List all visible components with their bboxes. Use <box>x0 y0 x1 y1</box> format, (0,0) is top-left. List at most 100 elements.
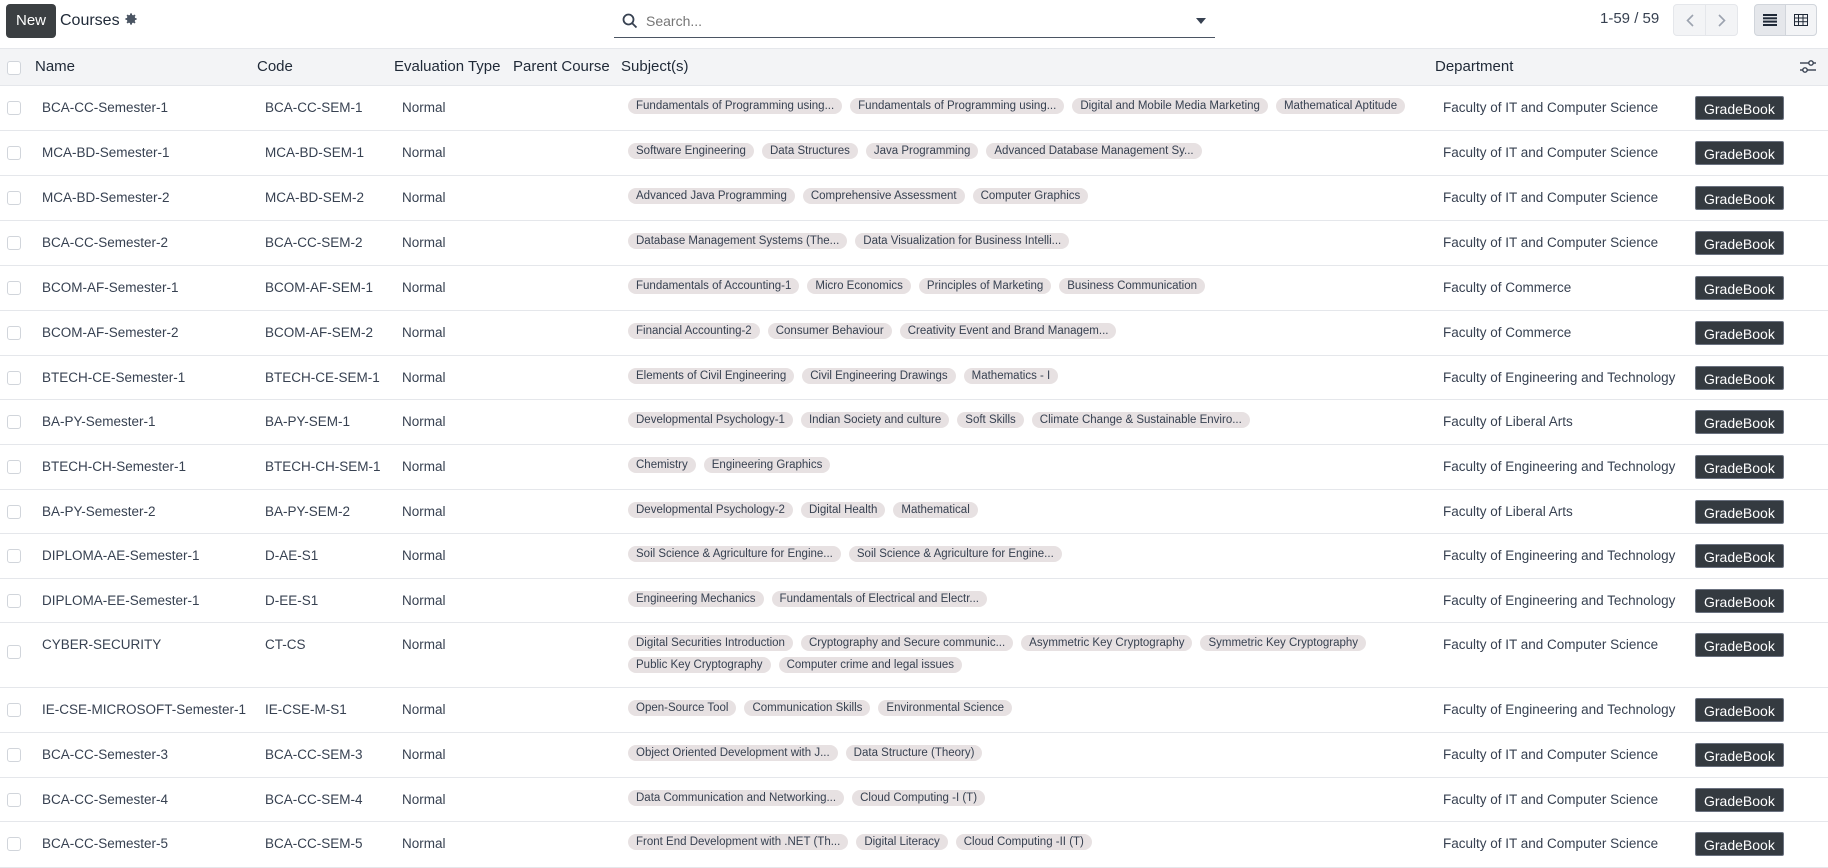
gear-icon[interactable] <box>124 12 138 30</box>
subject-tag[interactable]: Fundamentals of Programming using... <box>628 98 843 114</box>
subject-tag[interactable]: Engineering Graphics <box>703 457 831 473</box>
row-checkbox[interactable] <box>7 101 21 115</box>
table-row[interactable]: MCA-BD-Semester-2 MCA-BD-SEM-2 Normal Facul… <box>0 176 1828 221</box>
subject-tag[interactable]: Digital Health <box>800 502 886 518</box>
subject-tag[interactable]: Computer Graphics <box>972 188 1089 204</box>
row-checkbox[interactable] <box>7 549 21 563</box>
column-options-icon[interactable] <box>1800 60 1816 78</box>
gradebook-button[interactable]: GradeBook <box>1695 832 1784 856</box>
pager-value[interactable]: 1-59 / 59 <box>1600 10 1659 27</box>
subject-tag[interactable]: Front End Development with .NET (Th... <box>628 834 849 850</box>
row-checkbox[interactable] <box>7 703 21 717</box>
row-checkbox[interactable] <box>7 837 21 851</box>
table-row[interactable]: BCA-CC-Semester-1 BCA-CC-SEM-1 Normal Facul… <box>0 86 1828 131</box>
gradebook-button[interactable]: GradeBook <box>1695 231 1784 255</box>
column-name[interactable]: Name <box>35 58 75 75</box>
column-subjects[interactable]: Subject(s) <box>621 58 689 75</box>
gradebook-button[interactable]: GradeBook <box>1695 366 1784 390</box>
subject-tag[interactable]: Open-Source Tool <box>628 700 737 716</box>
subject-tag[interactable]: Database Management Systems (The... <box>628 233 848 249</box>
subject-tag[interactable]: Consumer Behaviour <box>767 323 892 339</box>
gradebook-button[interactable]: GradeBook <box>1695 410 1784 434</box>
row-checkbox[interactable] <box>7 793 21 807</box>
table-row[interactable]: IE-CSE-MICROSOFT-Semester-1 IE-CSE-M-S1 No… <box>0 688 1828 733</box>
gradebook-button[interactable]: GradeBook <box>1695 589 1784 613</box>
gradebook-button[interactable]: GradeBook <box>1695 321 1784 345</box>
row-checkbox[interactable] <box>7 460 21 474</box>
new-button[interactable]: New <box>6 4 57 38</box>
subject-tag[interactable]: Soil Science & Agriculture for Engine... <box>628 546 841 562</box>
subject-tag[interactable]: Fundamentals of Electrical and Electr... <box>771 591 987 607</box>
row-checkbox[interactable] <box>7 748 21 762</box>
table-row[interactable]: BCOM-AF-Semester-2 BCOM-AF-SEM-2 Normal Fac… <box>0 311 1828 356</box>
subject-tag[interactable]: Indian Society and culture <box>800 412 950 428</box>
subject-tag[interactable]: Mathematics - I <box>963 368 1059 384</box>
subject-tag[interactable]: Business Communication <box>1059 278 1206 294</box>
table-row[interactable]: BTECH-CE-Semester-1 BTECH-CE-SEM-1 Normal F… <box>0 356 1828 400</box>
search-input[interactable] <box>646 12 1187 29</box>
subject-tag[interactable]: Engineering Mechanics <box>628 591 764 607</box>
subject-tag[interactable]: Soil Science & Agriculture for Engine... <box>848 546 1062 562</box>
chevron-right-icon[interactable] <box>1705 4 1738 36</box>
subject-tag[interactable]: Fundamentals of Accounting-1 <box>628 278 800 294</box>
subject-tag[interactable]: Cloud Computing -II (T) <box>955 834 1092 850</box>
row-checkbox[interactable] <box>7 146 21 160</box>
row-checkbox[interactable] <box>7 645 21 659</box>
subject-tag[interactable]: Chemistry <box>628 457 696 473</box>
gradebook-button[interactable]: GradeBook <box>1695 743 1784 767</box>
gradebook-button[interactable]: GradeBook <box>1695 141 1784 165</box>
subject-tag[interactable]: Climate Change & Sustainable Enviro... <box>1031 412 1250 428</box>
subject-tag[interactable]: Civil Engineering Drawings <box>802 368 956 384</box>
select-all-checkbox[interactable] <box>7 61 21 75</box>
column-code[interactable]: Code <box>257 58 293 75</box>
gradebook-button[interactable]: GradeBook <box>1695 788 1784 812</box>
table-row[interactable]: MCA-BD-Semester-1 MCA-BD-SEM-1 Normal Facul… <box>0 131 1828 176</box>
list-view-icon[interactable] <box>1754 4 1786 36</box>
search-bar[interactable] <box>614 4 1215 38</box>
subject-tag[interactable]: Mathematical Aptitude <box>1275 98 1406 114</box>
subject-tag[interactable]: Financial Accounting-2 <box>628 323 760 339</box>
subject-tag[interactable]: Cloud Computing -I (T) <box>852 790 986 806</box>
subject-tag[interactable]: Data Visualization for Business Intelli.… <box>855 233 1070 249</box>
table-row[interactable]: BA-PY-Semester-1 BA-PY-SEM-1 Normal Faculty… <box>0 400 1828 445</box>
column-evaluation-type[interactable]: Evaluation Type <box>394 58 500 75</box>
subject-tag[interactable]: Cryptography and Secure communic... <box>800 635 1014 651</box>
subject-tag[interactable]: Computer crime and legal issues <box>778 657 963 673</box>
subject-tag[interactable]: Digital Securities Introduction <box>628 635 793 651</box>
row-checkbox[interactable] <box>7 371 21 385</box>
gradebook-button[interactable]: GradeBook <box>1695 276 1784 300</box>
chevron-down-icon[interactable] <box>1187 17 1215 25</box>
subject-tag[interactable]: Creativity Event and Brand Managem... <box>899 323 1117 339</box>
subject-tag[interactable]: Mathematical <box>893 502 978 518</box>
gradebook-button[interactable]: GradeBook <box>1695 455 1784 479</box>
column-parent-course[interactable]: Parent Course <box>513 58 610 75</box>
subject-tag[interactable]: Developmental Psychology-2 <box>628 502 793 518</box>
subject-tag[interactable]: Software Engineering <box>628 143 754 159</box>
subject-tag[interactable]: Symmetric Key Cryptography <box>1200 635 1367 651</box>
subject-tag[interactable]: Asymmetric Key Cryptography <box>1021 635 1193 651</box>
subject-tag[interactable]: Communication Skills <box>744 700 871 716</box>
subject-tag[interactable]: Java Programming <box>865 143 979 159</box>
column-department[interactable]: Department <box>1435 58 1513 75</box>
gradebook-button[interactable]: GradeBook <box>1695 633 1784 657</box>
subject-tag[interactable]: Fundamentals of Programming using... <box>850 98 1065 114</box>
table-row[interactable]: BCA-CC-Semester-2 BCA-CC-SEM-2 Normal Facul… <box>0 221 1828 266</box>
subject-tag[interactable]: Data Structures <box>761 143 858 159</box>
subject-tag[interactable]: Elements of Civil Engineering <box>628 368 795 384</box>
subject-tag[interactable]: Advanced Java Programming <box>628 188 795 204</box>
table-row[interactable]: BTECH-CH-Semester-1 BTECH-CH-SEM-1 Normal F… <box>0 445 1828 490</box>
subject-tag[interactable]: Soft Skills <box>957 412 1024 428</box>
subject-tag[interactable]: Comprehensive Assessment <box>802 188 965 204</box>
row-checkbox[interactable] <box>7 415 21 429</box>
subject-tag[interactable]: Environmental Science <box>878 700 1013 716</box>
subject-tag[interactable]: Digital and Mobile Media Marketing <box>1072 98 1268 114</box>
table-row[interactable]: BA-PY-Semester-2 BA-PY-SEM-2 Normal Faculty… <box>0 490 1828 534</box>
table-row[interactable]: BCA-CC-Semester-5 BCA-CC-SEM-5 Normal Facul… <box>0 822 1828 868</box>
subject-tag[interactable]: Principles of Marketing <box>918 278 1052 294</box>
chevron-left-icon[interactable] <box>1673 4 1706 36</box>
subject-tag[interactable]: Advanced Database Management Sy... <box>986 143 1202 159</box>
table-row[interactable]: DIPLOMA-EE-Semester-1 D-EE-S1 Normal Facult… <box>0 579 1828 623</box>
row-checkbox[interactable] <box>7 594 21 608</box>
subject-tag[interactable]: Public Key Cryptography <box>628 657 771 673</box>
table-row[interactable]: CYBER-SECURITY CT-CS Normal Faculty of IT a… <box>0 623 1828 688</box>
